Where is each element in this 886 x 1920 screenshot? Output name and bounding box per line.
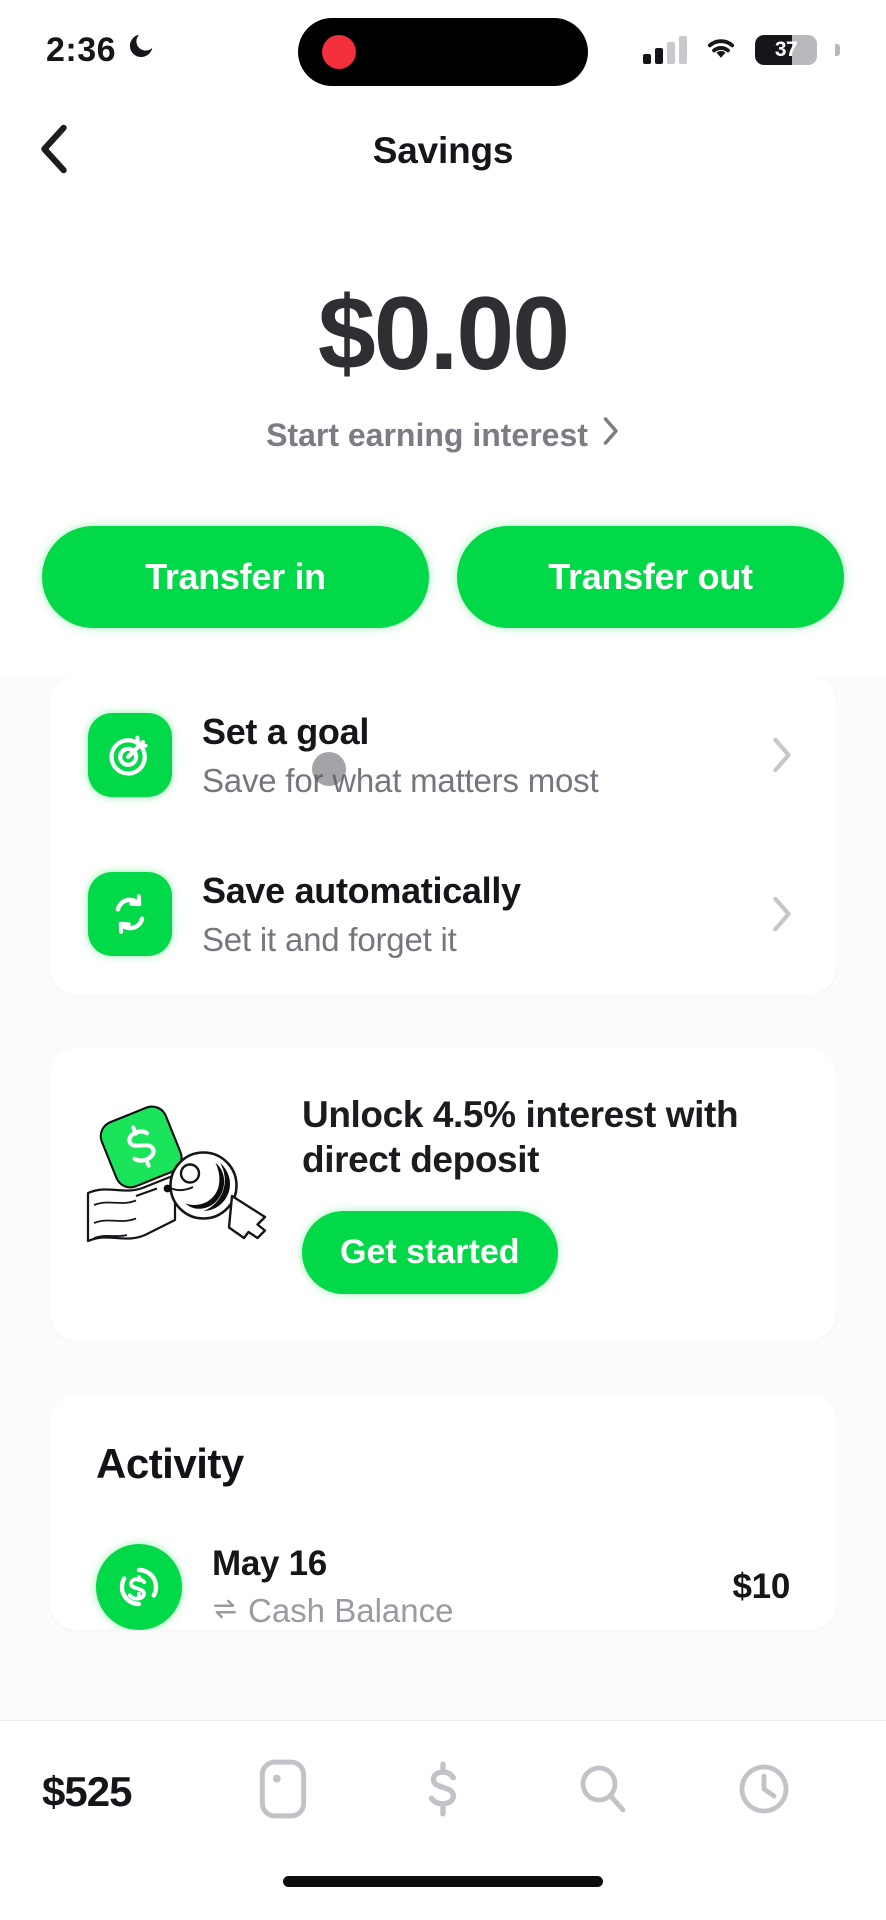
set-a-goal-subtitle: Save for what matters most (202, 762, 599, 800)
set-a-goal-title: Set a goal (202, 711, 370, 752)
set-a-goal-row[interactable]: Set a goal Save for what matters most (50, 676, 836, 835)
home-indicator-bar[interactable] (283, 1876, 603, 1887)
tab-balance[interactable]: $525 (42, 1721, 202, 1862)
section-gap-2 (0, 1340, 886, 1395)
savings-balance-amount: $0.00 (317, 276, 570, 392)
tab-card[interactable] (202, 1721, 362, 1862)
clock-icon (736, 1760, 792, 1823)
transfer-out-button[interactable]: Transfer out (457, 526, 844, 628)
interest-promo-card[interactable]: Unlock 4.5% interest with direct deposit… (50, 1047, 836, 1341)
chevron-right-icon (600, 416, 620, 454)
recording-indicator-dot (322, 35, 356, 69)
save-automatically-title: Save automatically (202, 869, 521, 911)
bottom-tab-bar: $525 (0, 1720, 886, 1862)
chevron-left-icon (34, 122, 74, 181)
save-automatically-text: Save automatically Set it and forget it (202, 869, 734, 960)
set-a-goal-text: Set a goal Save for what matters most (202, 710, 734, 801)
home-indicator-area (0, 1862, 886, 1920)
wifi-icon (703, 34, 739, 67)
tab-balance-label: $525 (42, 1767, 132, 1815)
start-earning-interest-link[interactable]: Start earning interest (266, 416, 620, 454)
start-earning-interest-label: Start earning interest (266, 416, 588, 453)
activity-card: Activity May 16 Cash Balance $10 (50, 1394, 836, 1631)
interest-promo-text: Unlock 4.5% interest with direct deposit… (302, 1092, 796, 1295)
savings-options-card: Set a goal Save for what matters most Sa… (50, 676, 836, 994)
activity-item-source: Cash Balance (212, 1592, 703, 1630)
activity-item-source-label: Cash Balance (248, 1592, 454, 1630)
tab-activity[interactable] (684, 1721, 844, 1862)
transfer-in-button[interactable]: Transfer in (42, 526, 429, 628)
nav-header: Savings (0, 100, 886, 202)
save-automatically-row[interactable]: Save automatically Set it and forget it (50, 835, 836, 994)
transfer-actions: Transfer in Transfer out (0, 500, 886, 676)
activity-heading: Activity (96, 1440, 244, 1488)
search-icon (575, 1760, 631, 1823)
activity-list-item[interactable]: May 16 Cash Balance $10 (96, 1488, 791, 1631)
transfer-arrows-icon (212, 1592, 238, 1630)
tab-pay[interactable] (363, 1721, 523, 1862)
cash-app-dollar-icon (96, 1544, 182, 1631)
clock-time: 2:36 (46, 30, 117, 69)
save-automatically-subtitle: Set it and forget it (202, 920, 457, 958)
get-started-button[interactable]: Get started (302, 1211, 558, 1295)
battery-icon: 37 (755, 35, 817, 65)
auto-repeat-icon (88, 872, 172, 957)
dynamic-island (298, 18, 588, 86)
status-bar: 2:36 37 (0, 0, 886, 100)
crescent-moon-icon (126, 31, 156, 70)
cellular-signal-icon (643, 36, 687, 64)
status-bar-left: 2:36 (46, 31, 156, 70)
goal-target-icon (88, 713, 172, 798)
activity-item-text: May 16 Cash Balance (212, 1544, 703, 1630)
interest-promo-title: Unlock 4.5% interest with direct deposit (302, 1093, 739, 1181)
chevron-right-icon (764, 736, 798, 774)
status-bar-right: 37 (643, 34, 840, 67)
battery-percent-label: 37 (774, 38, 798, 61)
battery-cap (835, 44, 840, 56)
activity-item-amount: $10 (732, 1567, 791, 1607)
card-icon (256, 1758, 310, 1825)
chevron-right-icon (764, 895, 798, 933)
balance-block: $0.00 Start earning interest (0, 202, 886, 500)
section-gap (0, 993, 886, 1048)
dollar-icon (419, 1758, 467, 1825)
activity-item-date: May 16 (212, 1544, 327, 1584)
tab-search[interactable] (523, 1721, 683, 1862)
hand-cash-key-illustration (76, 1100, 286, 1285)
savings-screen: 2:36 37 Savings $0.00 Start earning inte… (0, 0, 886, 1920)
scroll-content: $0.00 Start earning interest Transfer in… (0, 202, 886, 1720)
page-title: Savings (372, 130, 514, 171)
back-button[interactable] (34, 121, 94, 181)
